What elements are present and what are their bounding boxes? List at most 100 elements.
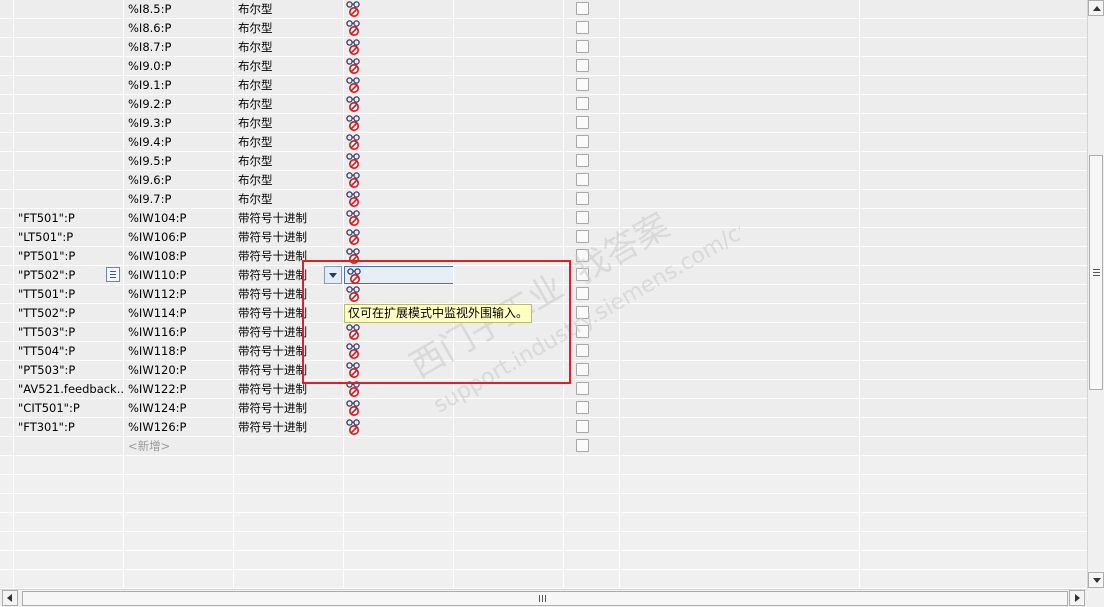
comment-cell[interactable] bbox=[620, 19, 860, 37]
address-cell[interactable]: %I9.0:P bbox=[124, 57, 234, 75]
vertical-scrollbar[interactable] bbox=[1087, 0, 1104, 589]
comment-cell[interactable] bbox=[620, 209, 860, 227]
address-cell[interactable]: %IW106:P bbox=[124, 228, 234, 246]
comment-cell[interactable] bbox=[620, 304, 860, 322]
comment-cell[interactable] bbox=[620, 380, 860, 398]
comment-cell[interactable] bbox=[620, 76, 860, 94]
table-row[interactable]: %I9.4:P 布尔型 bbox=[0, 133, 1087, 152]
modify-checkbox[interactable] bbox=[576, 97, 589, 110]
display-format-cell[interactable]: 布尔型 bbox=[234, 95, 344, 113]
name-cell[interactable] bbox=[14, 57, 124, 75]
display-format-cell[interactable]: 带符号十进制 bbox=[234, 399, 344, 417]
address-cell[interactable]: %IW116:P bbox=[124, 323, 234, 341]
list-icon[interactable] bbox=[106, 267, 120, 282]
modify-checkbox[interactable] bbox=[576, 2, 589, 15]
modify-checkbox[interactable] bbox=[576, 211, 589, 224]
modify-value-cell[interactable] bbox=[454, 171, 564, 189]
comment-cell[interactable] bbox=[620, 285, 860, 303]
address-cell[interactable]: %I9.7:P bbox=[124, 190, 234, 208]
modify-checkbox[interactable] bbox=[576, 287, 589, 300]
address-cell[interactable]: %I9.4:P bbox=[124, 133, 234, 151]
checkbox-cell[interactable] bbox=[564, 228, 620, 246]
monitor-value-cell[interactable] bbox=[344, 133, 454, 151]
vertical-scroll-thumb[interactable] bbox=[1089, 155, 1103, 390]
modify-checkbox[interactable] bbox=[576, 116, 589, 129]
checkbox-cell[interactable] bbox=[564, 114, 620, 132]
checkbox-cell[interactable] bbox=[564, 285, 620, 303]
address-cell[interactable]: %I9.1:P bbox=[124, 76, 234, 94]
modify-checkbox[interactable] bbox=[576, 21, 589, 34]
modify-checkbox[interactable] bbox=[576, 306, 589, 319]
display-format-cell[interactable]: 布尔型 bbox=[234, 171, 344, 189]
display-format-cell[interactable]: 带符号十进制 bbox=[234, 209, 344, 227]
name-cell[interactable] bbox=[14, 152, 124, 170]
address-cell[interactable]: %I8.5:P bbox=[124, 0, 234, 18]
comment-cell[interactable] bbox=[620, 190, 860, 208]
address-cell[interactable]: %I9.3:P bbox=[124, 114, 234, 132]
modify-value-cell[interactable] bbox=[454, 228, 564, 246]
modify-checkbox[interactable] bbox=[576, 78, 589, 91]
comment-cell[interactable] bbox=[620, 399, 860, 417]
table-row[interactable]: "CIT501":P %IW124:P 带符号十进制 bbox=[0, 399, 1087, 418]
name-cell[interactable]: "TT504":P bbox=[14, 342, 124, 360]
checkbox-cell[interactable] bbox=[564, 361, 620, 379]
monitor-value-cell[interactable] bbox=[344, 209, 454, 227]
modify-checkbox[interactable] bbox=[576, 420, 589, 433]
modify-checkbox[interactable] bbox=[576, 173, 589, 186]
table-row[interactable]: "FT501":P %IW104:P 带符号十进制 bbox=[0, 209, 1087, 228]
name-cell[interactable] bbox=[14, 190, 124, 208]
modify-checkbox[interactable] bbox=[576, 439, 589, 452]
modify-checkbox[interactable] bbox=[576, 363, 589, 376]
name-cell[interactable]: "TT503":P bbox=[14, 323, 124, 341]
monitor-value-cell[interactable] bbox=[344, 228, 454, 246]
checkbox-cell[interactable] bbox=[564, 95, 620, 113]
checkbox-cell[interactable] bbox=[564, 171, 620, 189]
address-cell[interactable]: %I9.2:P bbox=[124, 95, 234, 113]
checkbox-cell[interactable] bbox=[564, 38, 620, 56]
comment-cell[interactable] bbox=[620, 133, 860, 151]
monitor-value-cell[interactable] bbox=[344, 152, 454, 170]
horizontal-scroll-thumb[interactable] bbox=[22, 591, 1068, 606]
comment-cell[interactable] bbox=[620, 418, 860, 436]
modify-checkbox[interactable] bbox=[576, 325, 589, 338]
comment-cell[interactable] bbox=[620, 152, 860, 170]
checkbox-cell[interactable] bbox=[564, 19, 620, 37]
name-cell[interactable] bbox=[14, 114, 124, 132]
address-cell[interactable]: %I8.6:P bbox=[124, 19, 234, 37]
address-cell[interactable]: %I8.7:P bbox=[124, 38, 234, 56]
new-row[interactable]: <新增> bbox=[0, 437, 1087, 456]
name-cell[interactable]: "CIT501":P bbox=[14, 399, 124, 417]
name-cell[interactable] bbox=[14, 171, 124, 189]
checkbox-cell[interactable] bbox=[564, 57, 620, 75]
comment-cell[interactable] bbox=[620, 228, 860, 246]
address-cell[interactable]: %IW124:P bbox=[124, 399, 234, 417]
table-row[interactable]: "LT501":P %IW106:P 带符号十进制 bbox=[0, 228, 1087, 247]
comment-cell[interactable] bbox=[620, 171, 860, 189]
table-row[interactable]: %I8.5:P 布尔型 bbox=[0, 0, 1087, 19]
scroll-right-button[interactable] bbox=[1069, 590, 1085, 606]
empty-row[interactable] bbox=[0, 551, 1087, 570]
address-cell[interactable]: %IW114:P bbox=[124, 304, 234, 322]
modify-checkbox[interactable] bbox=[576, 192, 589, 205]
checkbox-cell[interactable] bbox=[564, 323, 620, 341]
address-cell[interactable]: %I9.5:P bbox=[124, 152, 234, 170]
monitor-value-cell[interactable] bbox=[344, 399, 454, 417]
checkbox-cell[interactable] bbox=[564, 342, 620, 360]
monitor-value-cell[interactable] bbox=[344, 0, 454, 18]
scroll-up-button[interactable] bbox=[1088, 0, 1104, 16]
table-row[interactable]: %I8.7:P 布尔型 bbox=[0, 38, 1087, 57]
name-cell[interactable]: "AV521.feedback... bbox=[14, 380, 124, 398]
name-cell[interactable]: "FT501":P bbox=[14, 209, 124, 227]
checkbox-cell[interactable] bbox=[564, 152, 620, 170]
display-format-cell[interactable]: 布尔型 bbox=[234, 57, 344, 75]
display-format-cell[interactable]: 布尔型 bbox=[234, 0, 344, 18]
display-format-cell[interactable]: 带符号十进制 bbox=[234, 228, 344, 246]
monitor-value-cell[interactable] bbox=[344, 76, 454, 94]
comment-cell[interactable] bbox=[620, 57, 860, 75]
modify-value-cell[interactable] bbox=[454, 190, 564, 208]
comment-cell[interactable] bbox=[620, 95, 860, 113]
modify-value-cell[interactable] bbox=[454, 114, 564, 132]
address-cell[interactable]: %IW104:P bbox=[124, 209, 234, 227]
modify-checkbox[interactable] bbox=[576, 401, 589, 414]
monitor-value-cell[interactable] bbox=[344, 95, 454, 113]
